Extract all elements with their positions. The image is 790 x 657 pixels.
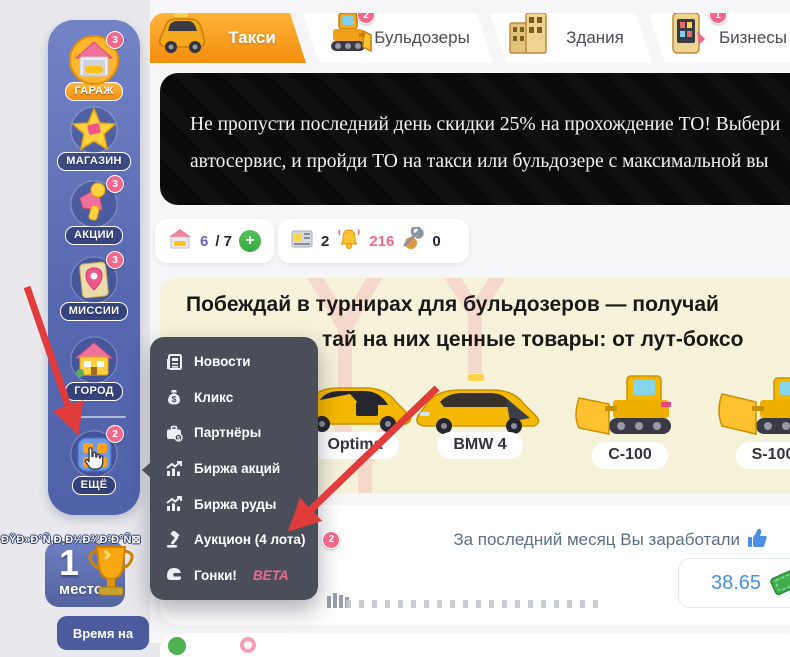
money-bag-icon: $ [165, 388, 183, 406]
thumbs-up-icon [746, 527, 768, 554]
garage-total: / 7 [215, 233, 232, 250]
menu-item-stock-exchange[interactable]: Биржа акций [150, 451, 318, 487]
sidebar: 3 ГАРАЖ МАГАЗИН 3 АКЦИИ [48, 20, 140, 515]
discount-banner: Не пропусти последний день скидки 25% на… [160, 73, 790, 205]
newspaper-icon [290, 228, 314, 254]
beta-tag: BETA [253, 568, 289, 583]
vehicle-card-s100[interactable]: S-100 [698, 372, 790, 469]
menu-item-ore-exchange[interactable]: Биржа руды [150, 486, 318, 522]
tab-buildings-label: Здания [490, 28, 652, 48]
more-badge: 2 [106, 425, 124, 443]
promos-badge: 3 [106, 175, 124, 193]
menu-item-races-label: Гонки! [194, 568, 237, 583]
rank-box[interactable]: 1 место [45, 541, 125, 607]
race-helmet-icon [165, 566, 183, 584]
menu-item-news[interactable]: Новости [150, 344, 318, 380]
menu-item-partners-label: Партнёры [194, 425, 261, 440]
tab-bulldozers-label: Бульдозеры [303, 28, 493, 48]
sidebar-item-promos[interactable]: 3 АКЦИИ [48, 178, 140, 245]
garage-icon: 3 [68, 34, 120, 86]
bell-icon [336, 227, 362, 255]
ore-chart-icon [165, 495, 183, 513]
sidebar-item-more[interactable]: 2 ЕЩЁ [48, 428, 140, 495]
vehicle-name: С-100 [592, 442, 668, 469]
menu-item-clicks-label: Кликс [194, 390, 233, 405]
menu-item-stock-exchange-label: Биржа акций [194, 461, 280, 476]
vehicle-card-c100[interactable]: С-100 [555, 372, 705, 469]
tab-taxi-label: Такси [150, 28, 306, 48]
bulldozer-c100-image [565, 372, 695, 444]
taxi-bmw-image [410, 372, 550, 434]
vehicle-name: Optima [311, 432, 398, 459]
menu-item-races[interactable]: Гонки! BETA [150, 557, 318, 593]
vehicle-card-bmw4[interactable]: BMW 4 [405, 372, 555, 459]
trophy-icon [85, 541, 137, 606]
wrench-icon [401, 227, 425, 255]
more-context-menu: Новости $ Кликс $ Партнёры Биржа акций [150, 337, 318, 600]
bulldozer-s100-image [708, 372, 790, 444]
tournament-title-line2: тай на них ценные товары: от лут-боксо [322, 328, 743, 352]
sidebar-item-city[interactable]: ГОРОД [48, 334, 140, 401]
news-count: 2 [321, 233, 329, 250]
garbled-tooltip-text: ÐŸÐ»Ð°Ñ‚Ð¸Ð½Ð¾Ð²Ð°Ñ⊠ [1, 533, 141, 546]
notifications-count: 216 [369, 233, 394, 250]
earnings-value: 38.65 [711, 572, 761, 595]
missions-badge: 3 [106, 251, 124, 269]
menu-item-auction[interactable]: Аукцион (4 лота) 2 [150, 522, 318, 558]
shop-star-icon [68, 104, 120, 156]
more-grid-icon: 2 [68, 428, 120, 480]
tab-bulldozers[interactable]: 2 Бульдозеры [303, 13, 493, 63]
map-pin-icon: 3 [68, 254, 120, 306]
tab-buildings[interactable]: Здания [490, 13, 652, 63]
green-dot-icon [168, 637, 186, 655]
repairs-count: 0 [432, 233, 440, 250]
menu-item-news-label: Новости [194, 354, 251, 369]
garage-current: 6 [200, 233, 208, 250]
briefcase-icon: $ [165, 424, 183, 442]
next-section-card [160, 633, 790, 657]
megaphone-icon: 3 [68, 178, 120, 230]
vehicle-name: S-100 [736, 442, 790, 469]
svg-text:$: $ [177, 436, 180, 442]
svg-text:$: $ [172, 394, 177, 404]
earnings-value-box: 38.65 [678, 558, 790, 608]
menu-item-ore-exchange-label: Биржа руды [194, 497, 276, 512]
money-ticket-icon [769, 565, 790, 602]
discount-banner-line2: автосервис, и пройди ТО на такси или бул… [190, 143, 790, 180]
sidebar-item-shop[interactable]: МАГАЗИН [48, 104, 140, 171]
garage-mini-icon [167, 227, 193, 255]
sidebar-divider [62, 416, 126, 418]
stocks-chart-icon [165, 460, 183, 478]
menu-item-clicks[interactable]: $ Кликс [150, 380, 318, 416]
sidebar-item-garage[interactable]: 3 ГАРАЖ [48, 34, 140, 101]
tab-businesses-label: Бизнесы [649, 28, 790, 48]
tournament-title-line1: Побеждай в турнирах для бульдозеров — по… [186, 293, 719, 317]
add-garage-button[interactable]: + [239, 230, 261, 252]
time-box-label: Время на [73, 626, 133, 641]
menu-item-auction-label: Аукцион (4 лота) [194, 532, 305, 547]
city-house-icon [68, 334, 120, 386]
sidebar-item-missions[interactable]: 3 МИССИИ [48, 254, 140, 321]
pink-ring-icon [240, 637, 256, 653]
auction-gavel-icon [165, 531, 183, 549]
news-icon [165, 353, 183, 371]
tab-taxi[interactable]: Такси [150, 13, 306, 63]
garage-badge: 3 [106, 31, 124, 49]
vehicle-name: BMW 4 [437, 432, 522, 459]
notifications-pill: 2 216 0 [278, 219, 469, 263]
time-box: Время на [57, 616, 149, 650]
activity-squares-row [346, 600, 602, 608]
tab-businesses[interactable]: 1 Бизнесы [649, 13, 790, 63]
garage-capacity-pill: 6 / 7 + [155, 219, 274, 263]
discount-banner-line1: Не пропусти последний день скидки 25% на… [190, 106, 790, 143]
menu-item-partners[interactable]: $ Партнёры [150, 415, 318, 451]
